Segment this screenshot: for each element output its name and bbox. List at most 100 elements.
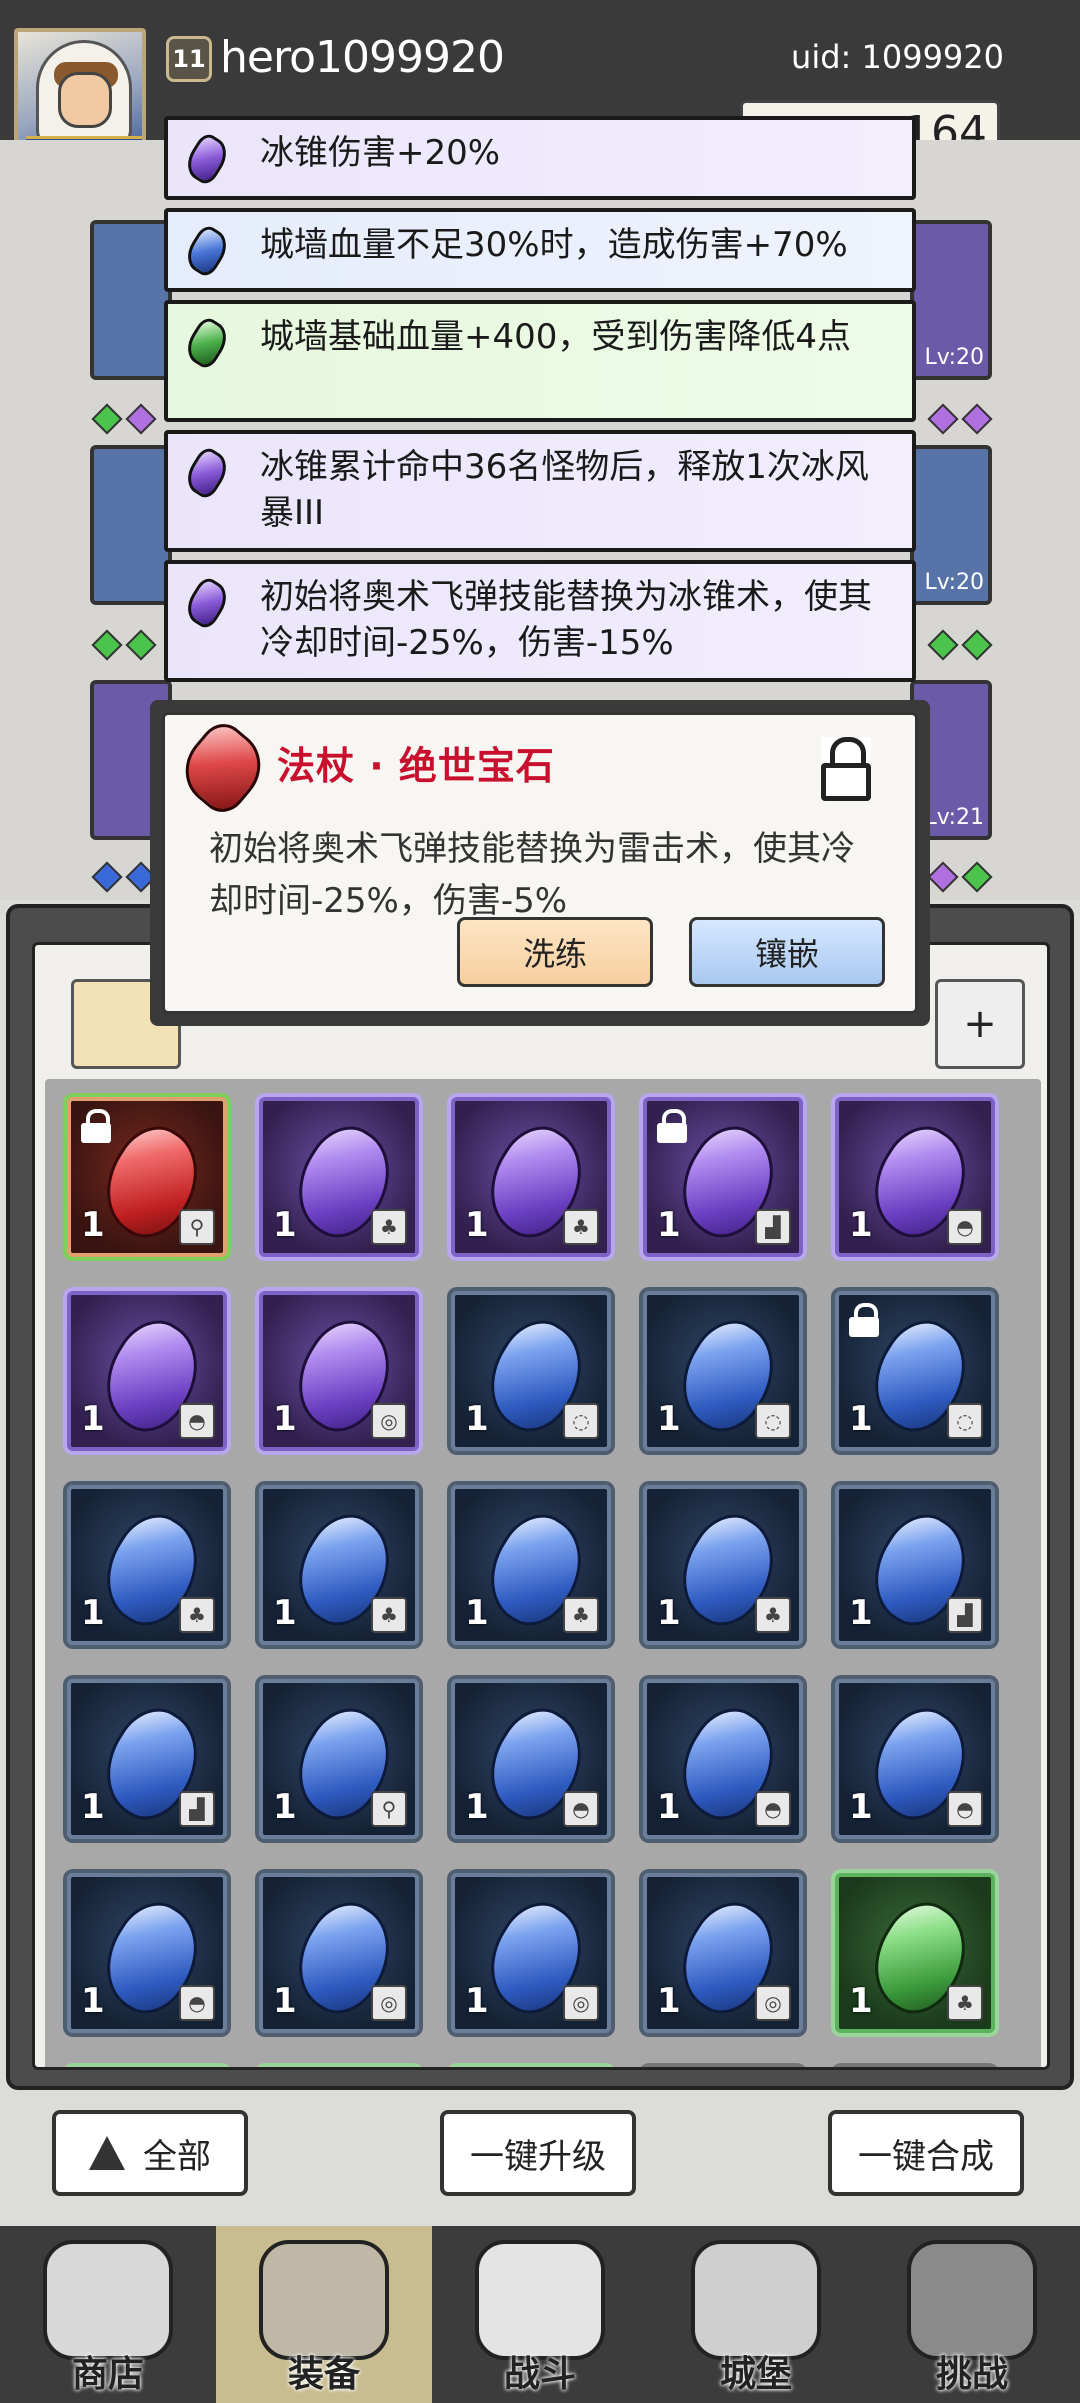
filter-all-button[interactable]: 全部 [52,2110,248,2196]
equip-slot-right-1[interactable]: Lv:20 [910,220,992,380]
gem-slot[interactable]: 1 ◌ [451,1291,611,1451]
nav-castle[interactable]: 城堡 [648,2226,864,2403]
lock-icon[interactable] [821,737,871,801]
inlay-button[interactable]: 镶嵌 [689,917,885,987]
gem-slot[interactable] [259,2067,419,2070]
gem-count: 1 [849,1593,873,1633]
gem-slot[interactable] [835,2067,995,2070]
lock-icon [849,1303,879,1337]
gem-slot[interactable]: 1 ▟ [835,1485,995,1645]
green-gem-icon [180,314,234,372]
socket-dot [961,629,993,661]
gem-title: 法杖 · 绝世宝石 [277,744,555,788]
effect-text: 城墙血量不足30%时，造成伤害+70% [260,225,848,265]
socket-dot [927,861,959,893]
effect-row: 冰锥累计命中36名怪物后，释放1次冰风暴III [164,430,916,552]
shop-icon [43,2240,173,2360]
gem-slot[interactable]: 1 ◌ [835,1291,995,1451]
nav-label: 挑战 [935,2354,1008,2395]
boots-icon: ▟ [755,1209,791,1245]
one-click-upgrade-button[interactable]: 一键升级 [440,2110,636,2196]
gem-slot[interactable]: 1 ♣ [835,1873,995,2033]
gem-count: 1 [465,1205,489,1245]
gem-slot[interactable]: 1 ◓ [451,1679,611,1839]
gem-count: 1 [849,1787,873,1827]
hat-icon: ◓ [755,1791,791,1827]
hat-icon: ◓ [179,1403,215,1439]
equip-slot-level: Lv:20 [924,570,984,595]
gem-slot[interactable]: 1 ♣ [259,1485,419,1645]
gem-slot[interactable] [451,2067,611,2070]
equip-slot-left-2[interactable] [90,445,172,605]
filter-all-label: 全部 [143,2136,211,2177]
gem-slot[interactable]: 1 ♣ [67,1485,227,1645]
gem-grid: 1 ⚲ 1 ♣ 1 ♣ 1 ▟ 1 ◓ 1 ◓ 1 ◎ 1 ◌ 1 ◌ 1 ◌ 1 ♣ 1 ♣ 1 ♣ 1 ♣ 1 ▟ 1 ▟ 1 ⚲ 1 ◓ 1 ◓ 1 ◓… [45,1079,1041,2070]
purple-gem-icon [180,444,234,502]
gem-slot[interactable]: 1 ♣ [451,1485,611,1645]
effect-text: 冰锥累计命中36名怪物后，释放1次冰风暴III [260,447,869,533]
gem-count: 1 [81,1593,105,1633]
nav-challenge[interactable]: 挑战 [864,2226,1080,2403]
ring-icon: ◌ [755,1403,791,1439]
gem-slot[interactable]: 1 ◓ [835,1097,995,1257]
purple-gem-icon [180,574,234,632]
gem-inventory-panel: + 1 ⚲ 1 ♣ 1 ♣ 1 ▟ 1 ◓ 1 ◓ 1 ◎ 1 ◌ 1 ◌ 1 ◌ 1 ♣ 1 ♣ 1 ♣ 1 ♣ 1 ▟ 1 ▟ 1 ⚲ 1 ◓ 1 ◓… [6,904,1074,2090]
gem-slot[interactable]: 1 ◎ [259,1291,419,1451]
gem-slot[interactable]: 1 ▟ [67,1679,227,1839]
gem-slot[interactable]: 1 ⚲ [67,1097,227,1257]
amulet-icon: ◎ [371,1985,407,2021]
gem-count: 1 [849,1981,873,2021]
boots-icon: ▟ [179,1791,215,1827]
armor-icon: ♣ [947,1985,983,2021]
gem-description: 初始将奥术飞弹技能替换为雷击术，使其冷却时间-25%，伤害-5% [209,829,855,921]
reforge-button[interactable]: 洗练 [457,917,653,987]
armor-icon: ♣ [371,1209,407,1245]
nav-shop[interactable]: 商店 [0,2226,216,2403]
gem-slot[interactable]: 1 ◌ [643,1291,803,1451]
filter-triangle-icon [89,2136,125,2170]
gem-slot[interactable]: 1 ◎ [451,1873,611,2033]
ring-icon: ◌ [563,1403,599,1439]
gem-count: 1 [657,1787,681,1827]
gem-slot[interactable]: 1 ◓ [835,1679,995,1839]
gem-detail-inner: 法杖 · 绝世宝石 初始将奥术飞弹技能替换为雷击术，使其冷却时间-25%，伤害-… [162,712,918,1014]
armor-icon: ♣ [371,1597,407,1633]
gem-slot[interactable]: 1 ◎ [643,1873,803,2033]
gem-slot[interactable]: 1 ♣ [259,1097,419,1257]
gem-count: 1 [465,1787,489,1827]
backpack-icon [259,2240,389,2360]
socket-dot [961,403,993,435]
gem-slot[interactable]: 1 ♣ [451,1097,611,1257]
nav-label: 商店 [71,2354,144,2395]
equip-slot-right-2[interactable]: Lv:20 [910,445,992,605]
nav-label: 战斗 [503,2354,576,2395]
nav-equipment[interactable]: 装备 [216,2226,432,2403]
gem-slot[interactable]: 1 ⚲ [259,1679,419,1839]
effect-text: 城墙基础血量+400，受到伤害降低4点 [260,317,852,357]
gem-count: 1 [657,1205,681,1245]
lock-icon [657,1109,687,1143]
ring-icon: ◌ [947,1403,983,1439]
lock-icon [81,1109,111,1143]
nav-label: 城堡 [719,2354,792,2395]
equip-slot-left-1[interactable] [90,220,172,380]
gem-inventory-inner: + 1 ⚲ 1 ♣ 1 ♣ 1 ▟ 1 ◓ 1 ◓ 1 ◎ 1 ◌ 1 ◌ 1 ◌ 1 ♣ 1 ♣ 1 ♣ 1 ♣ 1 ▟ 1 ▟ 1 ⚲ 1 ◓ 1 ◓… [32,942,1050,2070]
castle-icon [691,2240,821,2360]
hat-icon: ◓ [947,1209,983,1245]
gem-slot[interactable]: 1 ▟ [643,1097,803,1257]
gem-slot[interactable]: 1 ◓ [67,1291,227,1451]
gem-count: 1 [465,1593,489,1633]
one-click-merge-button[interactable]: 一键合成 [828,2110,1024,2196]
add-button[interactable]: + [935,979,1025,1069]
nav-battle[interactable]: 战斗 [432,2226,648,2403]
gem-slot[interactable]: 1 ◓ [643,1679,803,1839]
gem-slot[interactable] [67,2067,227,2070]
gem-slot[interactable]: 1 ◓ [67,1873,227,2033]
effect-row: 城墙血量不足30%时，造成伤害+70% [164,208,916,292]
gem-count: 1 [849,1399,873,1439]
gem-slot[interactable]: 1 ◎ [259,1873,419,2033]
socket-dot [961,861,993,893]
gem-slot[interactable] [643,2067,803,2070]
gem-slot[interactable]: 1 ♣ [643,1485,803,1645]
gem-count: 1 [849,1205,873,1245]
